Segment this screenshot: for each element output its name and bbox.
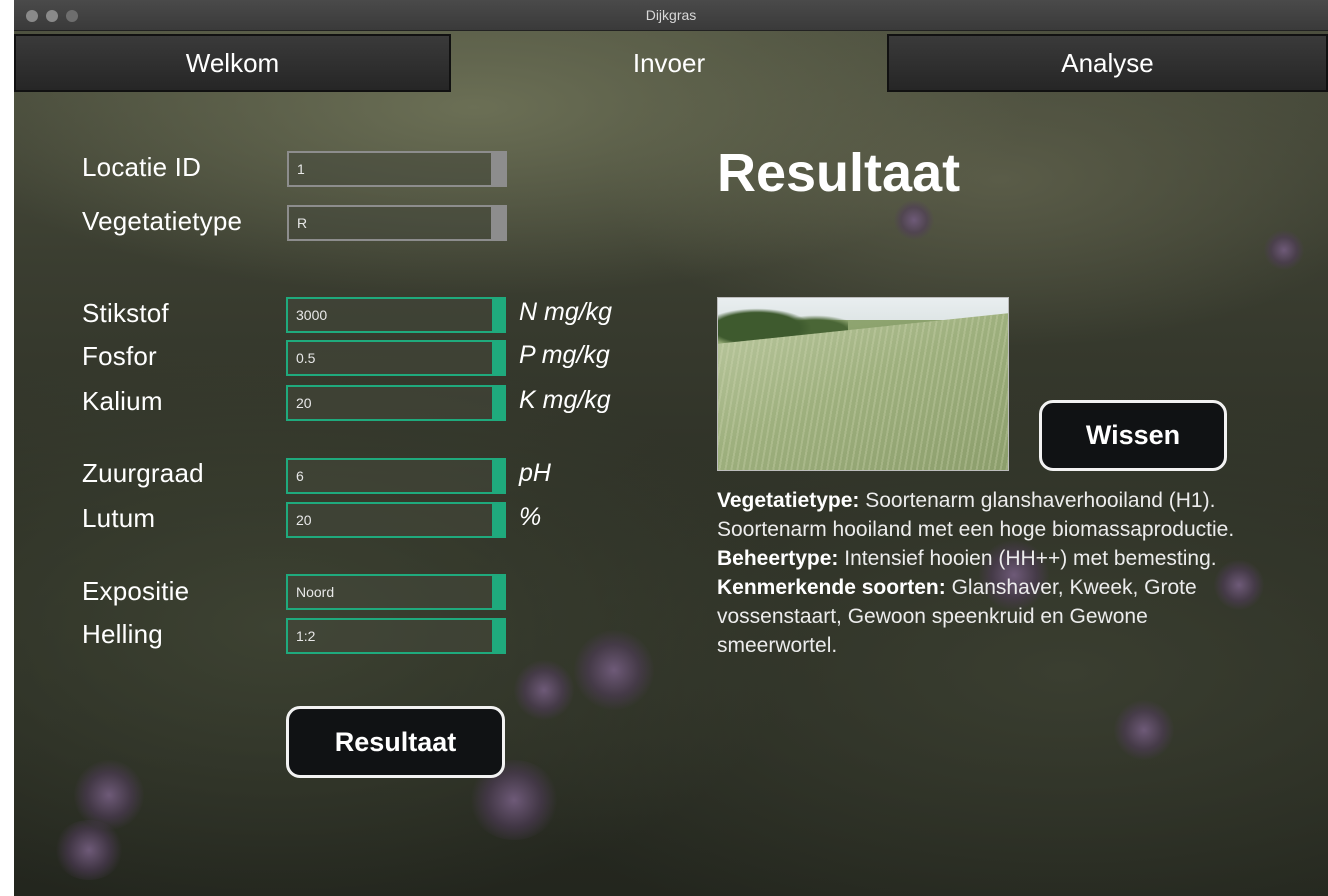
background-flower [894, 200, 934, 240]
app-window: Welkom Invoer Analyse Locatie ID Vegetat… [14, 0, 1328, 896]
tab-invoer[interactable]: Invoer [451, 34, 887, 92]
locatie-id-input[interactable] [287, 151, 507, 187]
background-flower [574, 630, 654, 710]
vegetatietype-input[interactable] [287, 205, 507, 241]
fosfor-input[interactable] [286, 340, 506, 376]
helling-input[interactable] [286, 618, 506, 654]
stikstof-unit: N mg/kg [519, 298, 613, 326]
helling-label: Helling [82, 619, 163, 649]
zuurgraad-input[interactable] [286, 458, 506, 494]
kalium-input[interactable] [286, 385, 506, 421]
background-flower [514, 660, 574, 720]
vegetatietype-paragraph: Vegetatietype: Soortenarm glanshaverhooi… [717, 486, 1237, 544]
fosfor-label: Fosfor [82, 341, 157, 371]
window-title: Dijkgras [645, 7, 697, 23]
kalium-label: Kalium [82, 386, 163, 416]
tab-analyse[interactable]: Analyse [887, 34, 1328, 92]
stikstof-label: Stikstof [82, 298, 169, 328]
tab-welkom[interactable]: Welkom [14, 34, 451, 92]
vegetation-photo [717, 297, 1009, 471]
expositie-select[interactable] [286, 574, 506, 610]
fosfor-unit: P mg/kg [519, 341, 610, 369]
result-heading: Resultaat [717, 143, 961, 203]
vegetatietype-label: Vegetatietype [82, 206, 243, 236]
soorten-paragraph: Kenmerkende soorten: Glanshaver, Kweek, … [717, 573, 1237, 660]
title-bar: Dijkgras [14, 0, 1328, 31]
vegetatietype-result-label: Vegetatietype: [717, 489, 860, 512]
locatie-id-label: Locatie ID [82, 152, 202, 182]
soorten-result-label: Kenmerkende soorten: [717, 576, 946, 599]
expositie-label: Expositie [82, 576, 190, 606]
background-flower [54, 820, 124, 880]
stikstof-input[interactable] [286, 297, 506, 333]
lutum-input[interactable] [286, 502, 506, 538]
background-flower [1114, 700, 1174, 760]
lutum-label: Lutum [82, 503, 156, 533]
result-description: Vegetatietype: Soortenarm glanshaverhooi… [717, 486, 1237, 660]
beheertype-result-label: Beheertype: [717, 547, 839, 570]
zuurgraad-unit: pH [519, 459, 551, 487]
wissen-button[interactable]: Wissen [1039, 400, 1227, 471]
resultaat-button[interactable]: Resultaat [286, 706, 505, 778]
lutum-unit: % [519, 503, 542, 531]
beheertype-paragraph: Beheertype: Intensief hooien (HH++) met … [717, 544, 1237, 573]
zuurgraad-label: Zuurgraad [82, 458, 204, 488]
kalium-unit: K mg/kg [519, 386, 611, 414]
background-flower [1264, 230, 1304, 270]
beheertype-result-text: Intensief hooien (HH++) met bemesting. [844, 547, 1217, 570]
